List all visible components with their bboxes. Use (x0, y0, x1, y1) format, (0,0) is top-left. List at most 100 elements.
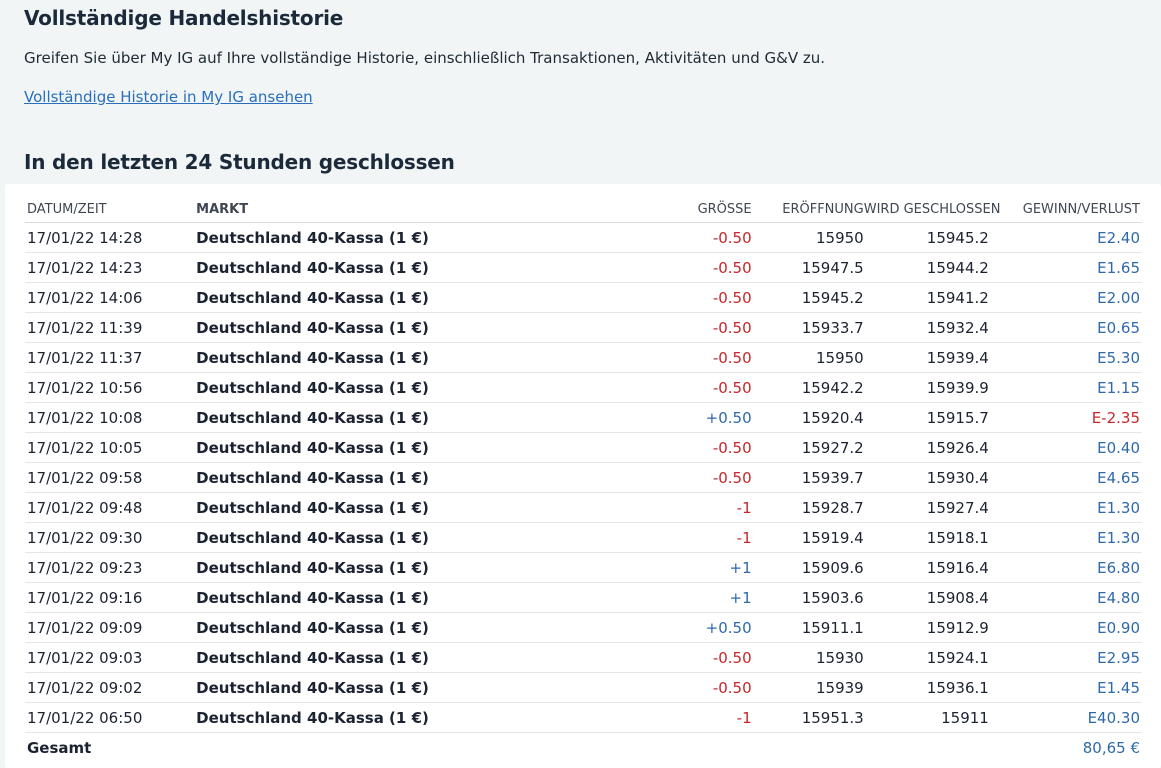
cell-size: -0.50 (616, 672, 752, 703)
cell-profit-loss: E6.80 (988, 552, 1142, 583)
cell-market[interactable]: Deutschland 40-Kassa (1 €) (196, 672, 617, 703)
cell-open: 15930 (751, 642, 864, 673)
cell-size: -0.50 (616, 222, 752, 253)
table-row[interactable]: 17/01/22 06:50 Deutschland 40-Kassa (1 €)… (25, 702, 1142, 733)
cell-close: 15918.1 (863, 522, 989, 553)
cell-close: 15908.4 (863, 582, 989, 613)
total-spacer (617, 733, 752, 763)
table-row[interactable]: 17/01/22 09:48 Deutschland 40-Kassa (1 €)… (25, 492, 1142, 523)
cell-profit-loss: E0.90 (988, 612, 1142, 643)
cell-market[interactable]: Deutschland 40-Kassa (1 €) (196, 522, 617, 553)
cell-size: +0.50 (616, 402, 752, 433)
table-row[interactable]: 17/01/22 09:03 Deutschland 40-Kassa (1 €)… (25, 642, 1142, 673)
cell-open: 15950 (751, 342, 864, 373)
cell-close: 15945.2 (863, 222, 989, 253)
cell-close: 15915.7 (863, 402, 989, 433)
cell-profit-loss: E0.65 (988, 312, 1142, 343)
cell-profit-loss: E40.30 (988, 702, 1142, 733)
cell-market[interactable]: Deutschland 40-Kassa (1 €) (196, 222, 617, 253)
table-row[interactable]: 17/01/22 14:06 Deutschland 40-Kassa (1 €)… (25, 282, 1142, 313)
table-row[interactable]: 17/01/22 09:58 Deutschland 40-Kassa (1 €)… (25, 462, 1142, 493)
cell-market[interactable]: Deutschland 40-Kassa (1 €) (196, 642, 617, 673)
table-row[interactable]: 17/01/22 10:08 Deutschland 40-Kassa (1 €)… (25, 402, 1142, 433)
cell-size: +1 (616, 552, 752, 583)
cell-market[interactable]: Deutschland 40-Kassa (1 €) (196, 252, 617, 283)
cell-close: 15941.2 (863, 282, 989, 313)
total-value: 80,65 € (1082, 738, 1140, 757)
table-row[interactable]: 17/01/22 11:39 Deutschland 40-Kassa (1 €)… (25, 312, 1142, 343)
cell-profit-loss: E2.40 (988, 222, 1142, 253)
cell-size: -0.50 (616, 642, 752, 673)
cell-market[interactable]: Deutschland 40-Kassa (1 €) (196, 342, 617, 373)
cell-size: -0.50 (616, 372, 752, 403)
cell-close: 15924.1 (863, 642, 989, 673)
cell-profit-loss: E4.80 (988, 582, 1142, 613)
cell-date: 17/01/22 10:08 (25, 402, 197, 433)
cell-profit-loss: E2.00 (988, 282, 1142, 313)
closed-last-24h-title: In den letzten 24 Stunden geschlossen (24, 150, 455, 174)
table-row[interactable]: 17/01/22 09:30 Deutschland 40-Kassa (1 €)… (25, 522, 1142, 553)
cell-open: 15909.6 (751, 552, 864, 583)
total-row: Gesamt 80,65 € (25, 733, 1142, 763)
cell-market[interactable]: Deutschland 40-Kassa (1 €) (196, 402, 617, 433)
cell-profit-loss: E1.65 (988, 252, 1142, 283)
cell-profit-loss: E1.15 (988, 372, 1142, 403)
full-history-title: Vollständige Handelshistorie (24, 6, 344, 30)
table-row[interactable]: 17/01/22 11:37 Deutschland 40-Kassa (1 €)… (25, 342, 1142, 373)
view-full-history-link[interactable]: Vollständige Historie in My IG ansehen (24, 88, 313, 106)
column-header-market[interactable]: MARKT (196, 196, 617, 223)
cell-date: 17/01/22 14:23 (25, 252, 197, 283)
table-row[interactable]: 17/01/22 09:09 Deutschland 40-Kassa (1 €)… (25, 612, 1142, 643)
cell-market[interactable]: Deutschland 40-Kassa (1 €) (196, 312, 617, 343)
cell-size: -1 (616, 492, 752, 523)
total-spacer (196, 733, 616, 763)
cell-close: 15936.1 (863, 672, 989, 703)
cell-open: 15919.4 (751, 522, 864, 553)
column-header-profit-loss[interactable]: GEWINN/VERLUST (988, 196, 1142, 223)
cell-market[interactable]: Deutschland 40-Kassa (1 €) (196, 702, 617, 733)
cell-open: 15951.3 (751, 702, 864, 733)
table-row[interactable]: 17/01/22 14:28 Deutschland 40-Kassa (1 €)… (25, 222, 1142, 253)
cell-open: 15939 (751, 672, 864, 703)
column-header-date[interactable]: DATUM/ZEIT (25, 196, 197, 223)
table-row[interactable]: 17/01/22 14:23 Deutschland 40-Kassa (1 €)… (25, 252, 1142, 283)
table-row[interactable]: 17/01/22 10:05 Deutschland 40-Kassa (1 €)… (25, 432, 1142, 463)
table-header-row: DATUM/ZEIT MARKT GRÖSSE ERÖFFNUNG WIRD G… (25, 196, 1142, 223)
cell-size: -0.50 (616, 252, 752, 283)
cell-profit-loss: E1.45 (988, 672, 1142, 703)
cell-market[interactable]: Deutschland 40-Kassa (1 €) (196, 282, 617, 313)
cell-size: -0.50 (616, 462, 752, 493)
cell-profit-loss: E-2.35 (988, 402, 1142, 433)
cell-size: -1 (616, 522, 752, 553)
column-header-open[interactable]: ERÖFFNUNG (751, 196, 864, 223)
cell-open: 15942.2 (751, 372, 864, 403)
cell-open: 15911.1 (751, 612, 864, 643)
cell-profit-loss: E1.30 (988, 492, 1142, 523)
cell-date: 17/01/22 11:39 (25, 312, 197, 343)
cell-open: 15933.7 (751, 312, 864, 343)
cell-market[interactable]: Deutschland 40-Kassa (1 €) (196, 612, 617, 643)
cell-open: 15950 (751, 222, 864, 253)
column-header-close[interactable]: WIRD GESCHLOSSEN (863, 196, 1000, 223)
table-row[interactable]: 17/01/22 10:56 Deutschland 40-Kassa (1 €)… (25, 372, 1142, 403)
cell-market[interactable]: Deutschland 40-Kassa (1 €) (196, 552, 617, 583)
cell-close: 15926.4 (863, 432, 989, 463)
cell-size: -0.50 (616, 282, 752, 313)
cell-open: 15903.6 (751, 582, 864, 613)
table-row[interactable]: 17/01/22 09:23 Deutschland 40-Kassa (1 €)… (25, 552, 1142, 583)
cell-date: 17/01/22 09:02 (25, 672, 197, 703)
cell-date: 17/01/22 06:50 (25, 702, 197, 733)
cell-date: 17/01/22 09:58 (25, 462, 197, 493)
total-spacer (752, 733, 864, 763)
cell-profit-loss: E1.30 (988, 522, 1142, 553)
table-row[interactable]: 17/01/22 09:02 Deutschland 40-Kassa (1 €)… (25, 672, 1142, 703)
table-row[interactable]: 17/01/22 09:16 Deutschland 40-Kassa (1 €)… (25, 582, 1142, 613)
column-header-size[interactable]: GRÖSSE (616, 196, 752, 223)
cell-market[interactable]: Deutschland 40-Kassa (1 €) (196, 582, 617, 613)
cell-market[interactable]: Deutschland 40-Kassa (1 €) (196, 432, 617, 463)
cell-market[interactable]: Deutschland 40-Kassa (1 €) (196, 462, 617, 493)
cell-date: 17/01/22 09:03 (25, 642, 197, 673)
cell-market[interactable]: Deutschland 40-Kassa (1 €) (196, 492, 617, 523)
cell-market[interactable]: Deutschland 40-Kassa (1 €) (196, 372, 617, 403)
closed-trades-table: DATUM/ZEIT MARKT GRÖSSE ERÖFFNUNG WIRD G… (25, 196, 1142, 762)
